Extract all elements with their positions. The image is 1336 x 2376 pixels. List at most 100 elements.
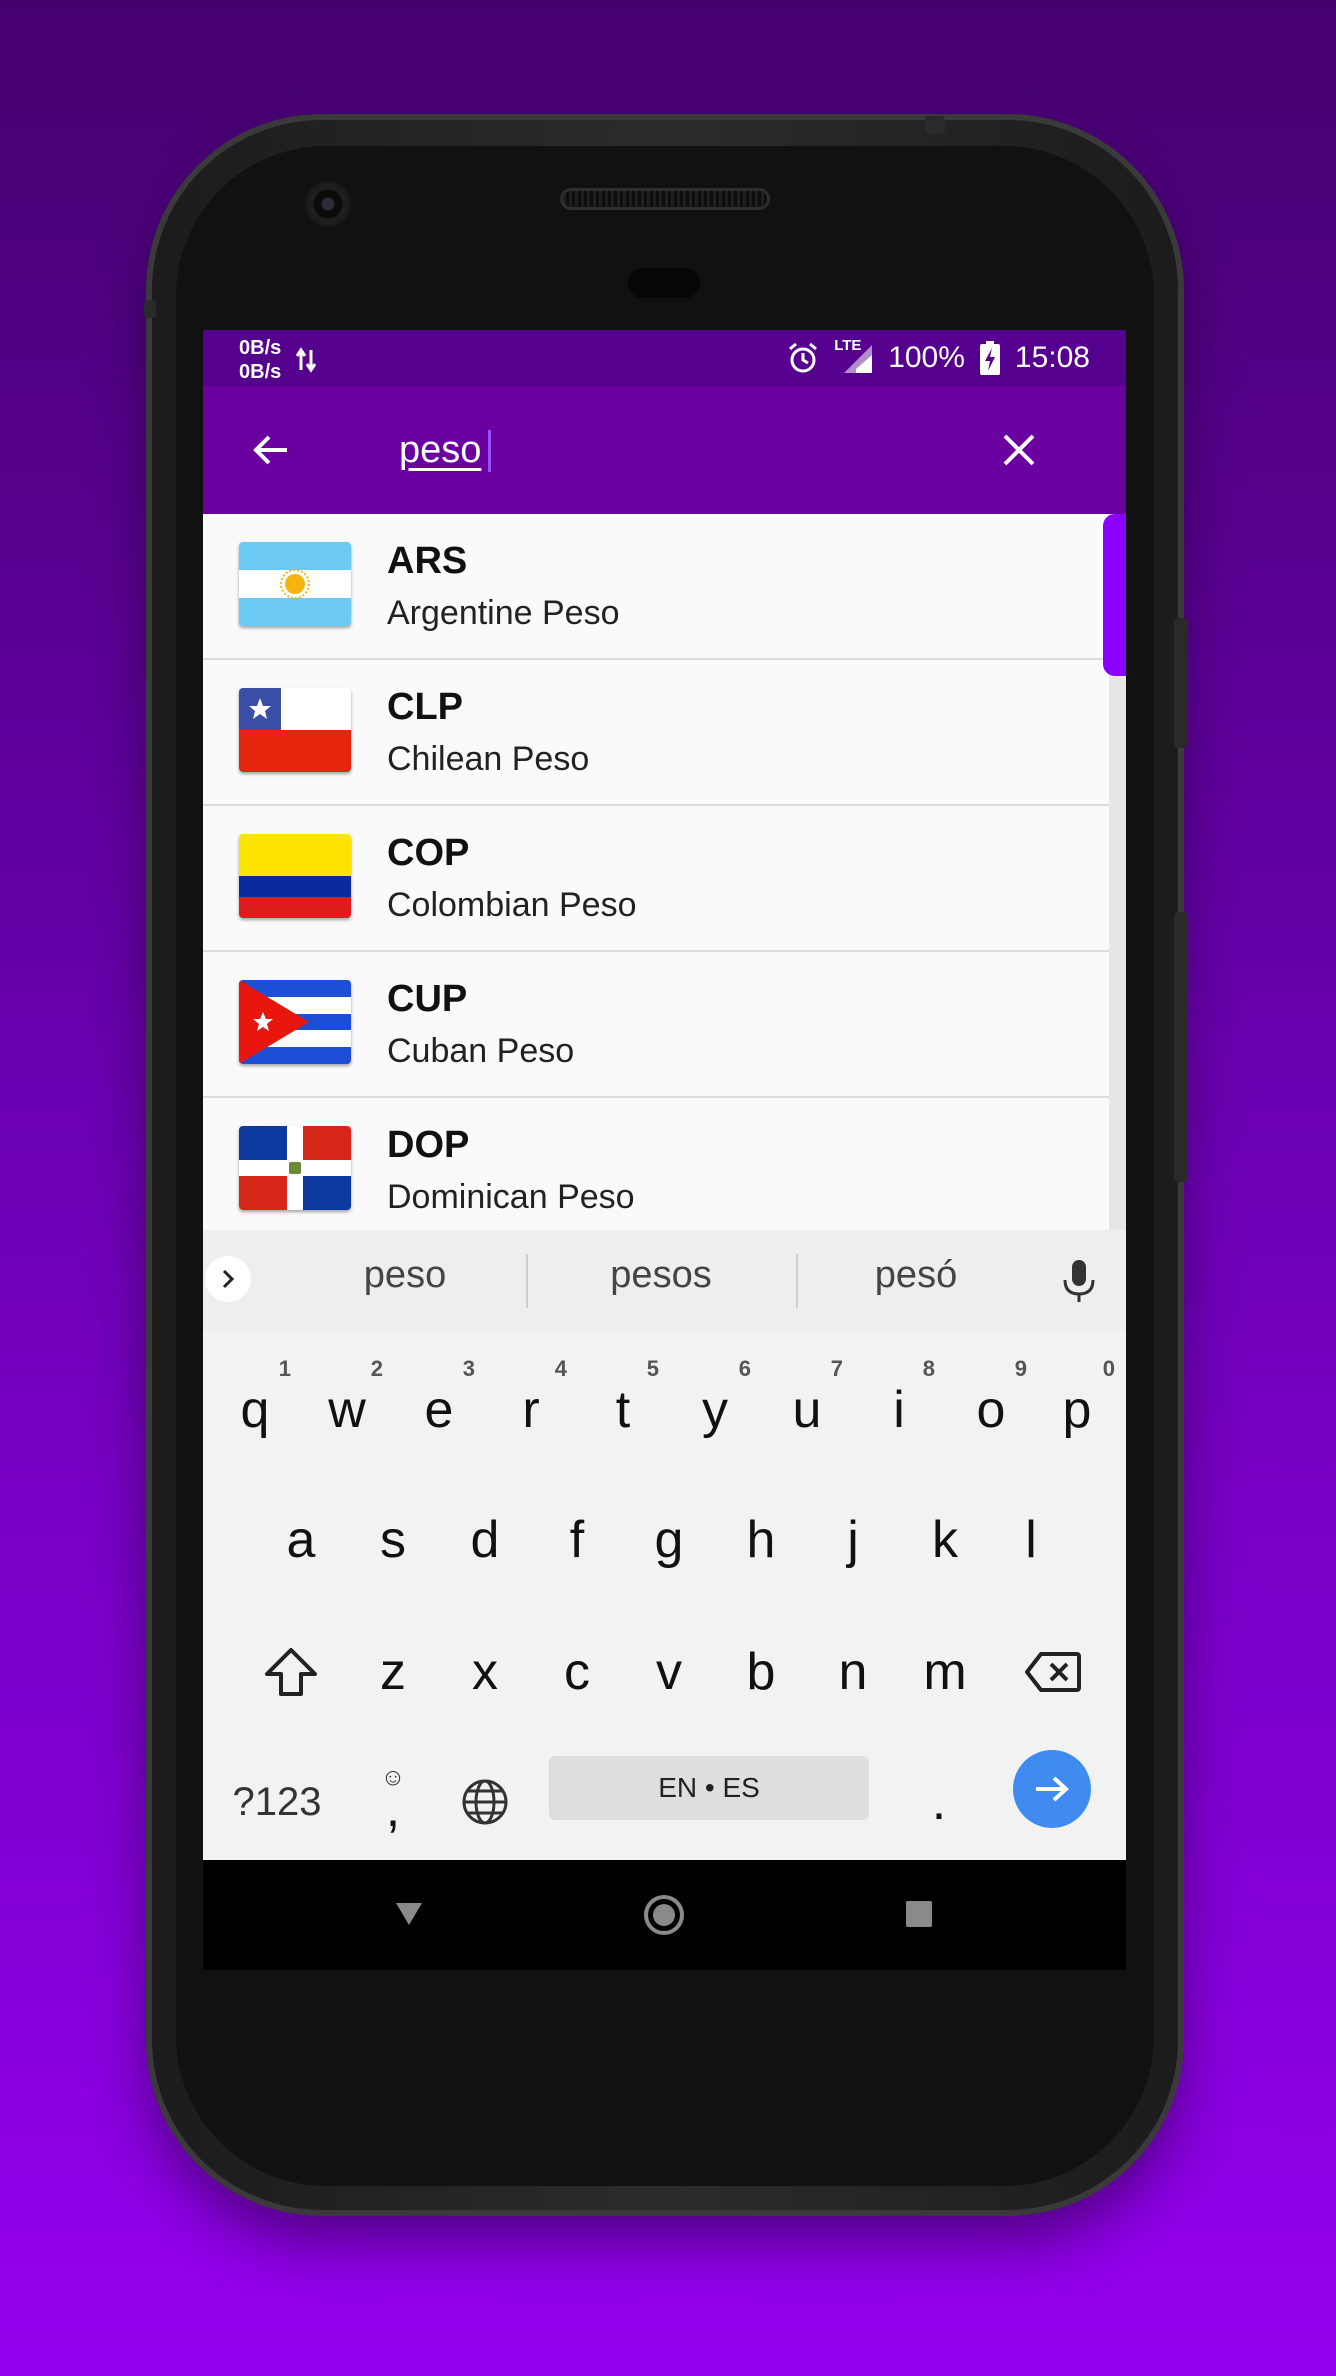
key-label: p — [1062, 1381, 1092, 1439]
key-f[interactable]: f — [531, 1490, 623, 1590]
key-z[interactable]: z — [347, 1622, 439, 1722]
list-item[interactable]: DOP Dominican Peso — [203, 1098, 1126, 1230]
space-bar[interactable]: EN • ES — [549, 1756, 869, 1820]
key-hint: 0 — [1102, 1356, 1115, 1381]
key-c[interactable]: c — [531, 1622, 623, 1722]
suggestion-2[interactable]: pesos — [561, 1254, 761, 1297]
language-key[interactable] — [439, 1752, 531, 1852]
key-label: b — [746, 1643, 776, 1701]
backspace-icon — [1025, 1652, 1081, 1692]
top-notch — [925, 116, 945, 134]
key-a[interactable]: a — [255, 1490, 347, 1590]
argentina-flag-icon — [239, 542, 351, 626]
key-r[interactable]: r4 — [485, 1356, 577, 1460]
triangle-back-icon — [396, 1903, 422, 1925]
key-v[interactable]: v — [623, 1622, 715, 1722]
key-p[interactable]: p0 — [1031, 1356, 1123, 1460]
power-button — [1174, 618, 1188, 748]
key-label: u — [792, 1381, 822, 1439]
list-item[interactable]: CLP Chilean Peso — [203, 660, 1126, 806]
key-label: r — [522, 1381, 540, 1439]
key-label: o — [976, 1381, 1006, 1439]
list-item[interactable]: COP Colombian Peso — [203, 806, 1126, 952]
key-u[interactable]: u7 — [761, 1356, 853, 1460]
currency-code: COP — [387, 832, 470, 874]
square-recents-icon — [906, 1901, 932, 1927]
comma-emoji-key[interactable]: ☺ , — [347, 1752, 439, 1852]
backspace-key[interactable] — [993, 1622, 1113, 1722]
currency-code: DOP — [387, 1124, 470, 1166]
key-label: l — [1025, 1511, 1037, 1569]
key-label: i — [893, 1381, 905, 1439]
key-hint: 3 — [462, 1356, 475, 1381]
key-hint: 5 — [646, 1356, 659, 1381]
key-label: w — [328, 1381, 366, 1439]
battery-percent: 100% — [888, 341, 965, 374]
key-d[interactable]: d — [439, 1490, 531, 1590]
screen: 0B/s 0B/s LTE 100% 15:08 peso ARS Argent… — [203, 330, 1126, 1970]
voice-input-button[interactable] — [1059, 1256, 1099, 1306]
symbols-key[interactable]: ?123 — [215, 1752, 339, 1852]
key-h[interactable]: h — [715, 1490, 807, 1590]
key-q[interactable]: q1 — [209, 1356, 301, 1460]
key-w[interactable]: w2 — [301, 1356, 393, 1460]
search-input[interactable] — [399, 414, 959, 486]
front-camera — [308, 184, 348, 224]
key-s[interactable]: s — [347, 1490, 439, 1590]
key-x[interactable]: x — [439, 1622, 531, 1722]
status-right-group: LTE 100% 15:08 — [786, 330, 1090, 386]
text-cursor — [488, 430, 491, 472]
clear-search-button[interactable] — [987, 418, 1051, 482]
key-label: g — [654, 1511, 684, 1569]
key-label: y — [702, 1381, 728, 1439]
alarm-icon — [789, 342, 818, 373]
shift-key[interactable] — [231, 1622, 351, 1722]
key-n[interactable]: n — [807, 1622, 899, 1722]
period-key[interactable]: . — [893, 1752, 985, 1852]
net-up-speed: 0B/s — [239, 337, 282, 359]
key-g[interactable]: g — [623, 1490, 715, 1590]
key-label: x — [472, 1643, 498, 1701]
key-label: c — [564, 1643, 590, 1701]
key-e[interactable]: e3 — [393, 1356, 485, 1460]
key-b[interactable]: b — [715, 1622, 807, 1722]
key-label: h — [746, 1511, 776, 1569]
enter-key[interactable] — [1013, 1750, 1091, 1828]
back-button[interactable] — [239, 418, 303, 482]
currency-name: Cuban Peso — [387, 1032, 575, 1070]
shift-icon — [265, 1648, 317, 1696]
list-item[interactable]: CUP Cuban Peso — [203, 952, 1126, 1098]
key-label: ?123 — [232, 1779, 322, 1824]
suggestion-3[interactable]: pesó — [816, 1254, 1016, 1297]
suggestion-1[interactable]: peso — [305, 1254, 505, 1297]
expand-toolbar-button[interactable] — [205, 1256, 251, 1302]
key-y[interactable]: y6 — [669, 1356, 761, 1460]
key-label: m — [923, 1643, 967, 1701]
key-m[interactable]: m — [899, 1622, 991, 1722]
globe-icon — [462, 1779, 508, 1825]
clock: 15:08 — [1014, 341, 1090, 374]
key-hint: 2 — [370, 1356, 383, 1381]
net-down-speed: 0B/s — [239, 361, 282, 383]
signal-bars-icon — [844, 345, 873, 373]
list-item[interactable]: ARS Argentine Peso — [203, 514, 1126, 660]
close-icon — [1003, 434, 1035, 466]
key-label: n — [838, 1643, 868, 1701]
soft-keyboard: q1 w2 e3 r4 t5 y6 u7 i8 o9 p0 a s d f g … — [203, 1330, 1126, 1860]
key-o[interactable]: o9 — [945, 1356, 1037, 1460]
chevron-right-icon — [222, 1269, 235, 1289]
key-label: v — [656, 1643, 682, 1701]
nav-back-button[interactable] — [389, 1894, 429, 1934]
nav-recents-button[interactable] — [899, 1894, 939, 1934]
key-label: a — [286, 1511, 316, 1569]
key-label: z — [380, 1643, 406, 1701]
scrollbar-thumb[interactable] — [1103, 514, 1126, 676]
colombia-flag-icon — [239, 834, 351, 918]
key-k[interactable]: k — [899, 1490, 991, 1590]
currency-code: CLP — [387, 686, 463, 728]
key-j[interactable]: j — [807, 1490, 899, 1590]
key-l[interactable]: l — [985, 1490, 1077, 1590]
key-i[interactable]: i8 — [853, 1356, 945, 1460]
nav-home-button[interactable] — [639, 1890, 689, 1940]
key-t[interactable]: t5 — [577, 1356, 669, 1460]
